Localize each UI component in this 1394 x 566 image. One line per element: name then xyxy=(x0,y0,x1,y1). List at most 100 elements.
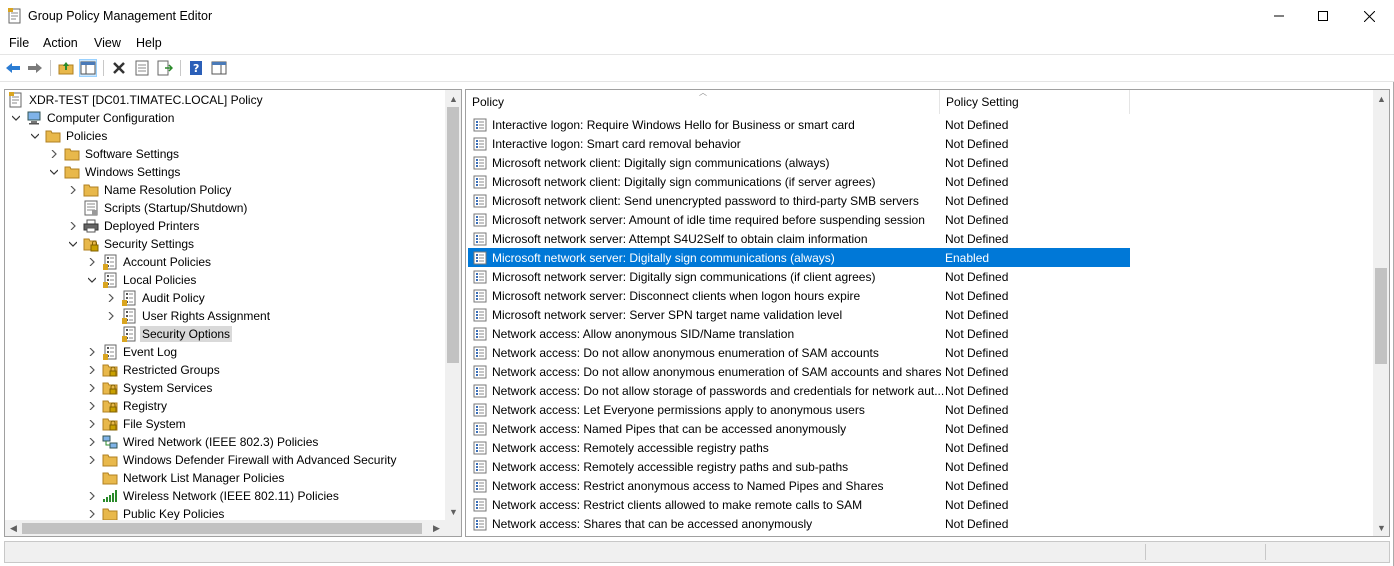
tree-item-file-system[interactable]: File System xyxy=(86,415,188,433)
close-button[interactable] xyxy=(1346,0,1392,32)
tree-item-account-policies[interactable]: Account Policies xyxy=(86,253,213,271)
expand-chevron-icon[interactable] xyxy=(86,490,98,502)
menu-file[interactable]: File xyxy=(9,36,29,50)
expand-chevron-icon[interactable] xyxy=(86,454,98,466)
table-row[interactable]: Microsoft network server: Disconnect cli… xyxy=(468,286,1130,305)
security-settings-icon xyxy=(83,236,99,252)
table-row[interactable]: Microsoft network client: Send unencrypt… xyxy=(468,191,1130,210)
tree-item-restricted-groups[interactable]: Restricted Groups xyxy=(86,361,222,379)
expand-chevron-icon[interactable] xyxy=(86,364,98,376)
forward-button[interactable] xyxy=(26,59,44,77)
table-row[interactable]: Network access: Allow anonymous SID/Name… xyxy=(468,324,1130,343)
policy-list[interactable]: Policy ︿ Policy Setting Interactive logo… xyxy=(465,89,1390,537)
scroll-right-arrow-icon[interactable]: ▶ xyxy=(428,520,445,536)
expand-chevron-icon[interactable] xyxy=(86,256,98,268)
expand-chevron-icon[interactable] xyxy=(105,310,117,322)
minimize-button[interactable] xyxy=(1256,0,1302,32)
show-hide-console-tree-button[interactable] xyxy=(79,59,97,77)
tree-horizontal-scroll-thumb[interactable] xyxy=(22,523,422,534)
expand-chevron-icon[interactable] xyxy=(86,418,98,430)
collapse-chevron-icon[interactable] xyxy=(29,130,41,142)
show-hide-action-pane-button[interactable] xyxy=(210,59,228,77)
table-row[interactable]: Network access: Remotely accessible regi… xyxy=(468,438,1130,457)
tree-item-registry[interactable]: Registry xyxy=(86,397,169,415)
menu-help[interactable]: Help xyxy=(136,36,162,50)
table-row[interactable]: Network access: Let Everyone permissions… xyxy=(468,400,1130,419)
tree-item-software-settings[interactable]: Software Settings xyxy=(48,145,181,163)
collapse-chevron-icon[interactable] xyxy=(86,274,98,286)
expand-chevron-icon[interactable] xyxy=(86,400,98,412)
expand-chevron-icon[interactable] xyxy=(86,436,98,448)
table-row[interactable]: Microsoft network client: Digitally sign… xyxy=(468,172,1130,191)
console-tree[interactable]: XDR-TEST [DC01.TIMATEC.LOCAL] Policy Comp… xyxy=(4,89,462,537)
tree-item-security-options[interactable]: Security Options xyxy=(105,325,233,343)
maximize-button[interactable] xyxy=(1300,0,1346,32)
menu-view[interactable]: View xyxy=(94,36,121,50)
tree-item-deployed-printers[interactable]: Deployed Printers xyxy=(67,217,201,235)
scroll-down-arrow-icon[interactable]: ▼ xyxy=(445,503,461,520)
table-row[interactable]: Network access: Remotely accessible regi… xyxy=(468,457,1130,476)
tree-item-local-policies[interactable]: Local Policies xyxy=(86,271,198,289)
table-row[interactable]: Interactive logon: Require Windows Hello… xyxy=(468,115,1130,134)
tree-item-policies[interactable]: Policies xyxy=(29,127,109,145)
table-row[interactable]: Microsoft network server: Digitally sign… xyxy=(468,267,1130,286)
tree-item-wired-network[interactable]: Wired Network (IEEE 802.3) Policies xyxy=(86,433,320,451)
tree-vertical-scroll-thumb[interactable] xyxy=(447,107,459,363)
tree-item-network-list-manager[interactable]: Network List Manager Policies xyxy=(86,469,286,487)
scroll-left-arrow-icon[interactable]: ◀ xyxy=(5,520,22,536)
table-row[interactable]: Microsoft network server: Digitally sign… xyxy=(468,248,1130,267)
tree-item-firewall[interactable]: Windows Defender Firewall with Advanced … xyxy=(86,451,398,469)
table-row[interactable]: Microsoft network server: Server SPN tar… xyxy=(468,305,1130,324)
tree-item-name-resolution-policy[interactable]: Name Resolution Policy xyxy=(67,181,233,199)
tree-item-wireless-network[interactable]: Wireless Network (IEEE 802.11) Policies xyxy=(86,487,341,505)
tree-item-audit-policy[interactable]: Audit Policy xyxy=(105,289,207,307)
tree-vertical-scrollbar[interactable]: ▲ ▼ xyxy=(445,90,461,520)
menu-action[interactable]: Action xyxy=(43,36,78,50)
tree-horizontal-scrollbar[interactable]: ◀ ▶ xyxy=(5,520,445,536)
back-button[interactable] xyxy=(4,59,22,77)
table-row[interactable]: Network access: Do not allow anonymous e… xyxy=(468,343,1130,362)
collapse-chevron-icon[interactable] xyxy=(67,238,79,250)
collapse-chevron-icon[interactable] xyxy=(10,112,22,124)
table-row[interactable]: Microsoft network server: Attempt S4U2Se… xyxy=(468,229,1130,248)
collapse-chevron-icon[interactable] xyxy=(48,166,60,178)
tree-item-security-settings[interactable]: Security Settings xyxy=(67,235,196,253)
list-vertical-scroll-thumb[interactable] xyxy=(1375,268,1387,364)
expand-chevron-icon[interactable] xyxy=(86,346,98,358)
back-icon xyxy=(6,63,20,73)
expand-chevron-icon[interactable] xyxy=(48,148,60,160)
delete-button[interactable] xyxy=(110,59,128,77)
help-button[interactable]: ? xyxy=(187,59,205,77)
table-row[interactable]: Network access: Named Pipes that can be … xyxy=(468,419,1130,438)
expand-chevron-icon[interactable] xyxy=(86,382,98,394)
scroll-up-arrow-icon[interactable]: ▲ xyxy=(445,90,461,107)
tree-item-windows-settings[interactable]: Windows Settings xyxy=(48,163,182,181)
properties-button[interactable] xyxy=(133,59,151,77)
scroll-down-arrow-icon[interactable]: ▼ xyxy=(1373,519,1389,536)
tree-item-user-rights-assignment[interactable]: User Rights Assignment xyxy=(105,307,272,325)
tree-item-scripts[interactable]: Scripts (Startup/Shutdown) xyxy=(67,199,249,217)
column-header-policy-setting[interactable]: Policy Setting xyxy=(940,90,1130,114)
table-row[interactable]: Network access: Do not allow storage of … xyxy=(468,381,1130,400)
table-row[interactable]: Interactive logon: Smart card removal be… xyxy=(468,134,1130,153)
scroll-up-arrow-icon[interactable]: ▲ xyxy=(1373,90,1389,107)
table-row[interactable]: Network access: Shares that can be acces… xyxy=(468,514,1130,533)
table-row[interactable]: Microsoft network server: Amount of idle… xyxy=(468,210,1130,229)
expand-chevron-icon[interactable] xyxy=(86,508,98,520)
table-row[interactable]: Network access: Do not allow anonymous e… xyxy=(468,362,1130,381)
title-bar[interactable]: Group Policy Management Editor xyxy=(0,0,1394,32)
table-row[interactable]: Network access: Restrict anonymous acces… xyxy=(468,476,1130,495)
up-one-level-button[interactable] xyxy=(57,59,75,77)
column-header-policy[interactable]: Policy ︿ xyxy=(466,90,940,114)
tree-item-computer-configuration[interactable]: Computer Configuration xyxy=(10,109,176,127)
tree-item-system-services[interactable]: System Services xyxy=(86,379,214,397)
tree-item-event-log[interactable]: Event Log xyxy=(86,343,179,361)
table-row[interactable]: Network access: Restrict clients allowed… xyxy=(468,495,1130,514)
expand-chevron-icon[interactable] xyxy=(67,220,79,232)
table-row[interactable]: Microsoft network client: Digitally sign… xyxy=(468,153,1130,172)
expand-chevron-icon[interactable] xyxy=(105,292,117,304)
tree-item-xdr-test-policy[interactable]: XDR-TEST [DC01.TIMATEC.LOCAL] Policy xyxy=(8,91,265,109)
export-list-button[interactable] xyxy=(156,59,174,77)
expand-chevron-icon[interactable] xyxy=(67,184,79,196)
list-vertical-scrollbar[interactable]: ▲ ▼ xyxy=(1373,90,1389,536)
